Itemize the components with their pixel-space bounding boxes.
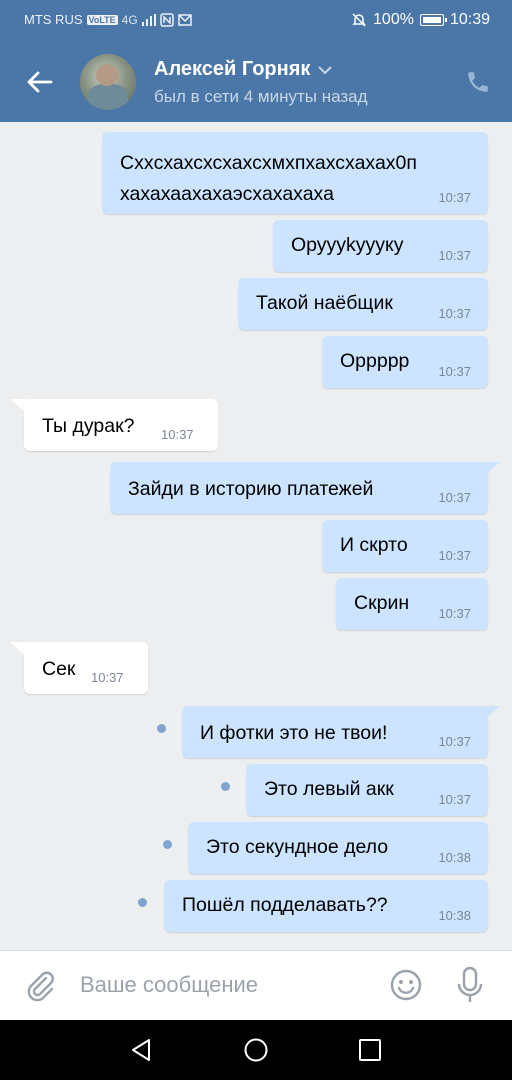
message-outgoing[interactable]: Схxсхахсхсхахсхмхпхахсхахах0п хахахаахах… [102, 132, 488, 214]
message-text: Это левый акк [264, 778, 394, 800]
battery-icon [419, 14, 447, 26]
message-text: Оруууkуууку [291, 234, 404, 256]
message-text: Зайди в историю платежей [128, 478, 374, 500]
phone-icon [468, 72, 488, 92]
carrier-label: MTS RUS [24, 12, 83, 27]
nav-back-button[interactable] [128, 1037, 154, 1063]
signal-icon [141, 13, 156, 26]
avatar[interactable] [80, 54, 136, 110]
contact-status: был в сети 4 минуты назад [154, 87, 368, 106]
message-time: 10:37 [161, 427, 194, 442]
status-right: 100% 10:39 [351, 11, 490, 29]
message-outgoing[interactable]: Это левый акк 10:37 [246, 764, 488, 816]
message-text: Пошёл подделавать?? [182, 894, 388, 916]
nav-home-icon [244, 1038, 268, 1062]
mail-icon [177, 13, 192, 26]
chat-header: Алексей Горняк был в сети 4 минуты назад [0, 42, 512, 122]
message-time: 10:38 [438, 850, 471, 865]
message-time: 10:37 [91, 670, 124, 685]
call-button[interactable] [462, 66, 494, 98]
microphone-button[interactable] [452, 965, 488, 1005]
emoji-button[interactable] [388, 967, 424, 1003]
message-line: хахахаахахаэсхахахаха [120, 183, 334, 205]
attach-button[interactable] [22, 967, 58, 1003]
back-button[interactable] [20, 62, 60, 102]
unread-dot [157, 724, 166, 733]
message-outgoing[interactable]: Орpppp 10:37 [322, 336, 488, 388]
bubble-tail [486, 706, 500, 718]
message-incoming[interactable]: Ты дурак? 10:37 [24, 399, 218, 451]
status-left: MTS RUS VoLTE 4G [24, 12, 192, 27]
message-incoming[interactable]: Сек 10:37 [24, 642, 148, 694]
message-outgoing[interactable]: Это секундное дело 10:38 [188, 822, 488, 874]
battery-percent: 100% [373, 11, 414, 28]
message-time: 10:38 [438, 908, 471, 923]
unread-dot [221, 782, 230, 791]
clock: 10:39 [449, 11, 490, 28]
message-outgoing[interactable]: Такой наёбщик 10:37 [238, 278, 488, 330]
volte-badge: VoLTE [86, 14, 118, 25]
contact-name-row[interactable]: Алексей Горняк [154, 58, 333, 81]
message-outgoing[interactable]: И фотки это не твои! 10:37 [182, 706, 488, 758]
message-time: 10:37 [438, 734, 471, 749]
message-composer [0, 950, 512, 1020]
chevron-down-icon [318, 65, 333, 74]
message-text: Ты дурак? [42, 415, 135, 437]
paperclip-icon [27, 971, 54, 1002]
nav-home-button[interactable] [243, 1037, 269, 1063]
message-outgoing[interactable]: Пошёл подделавать?? 10:38 [164, 880, 488, 932]
message-time: 10:37 [438, 364, 471, 379]
nav-recent-button[interactable] [357, 1037, 383, 1063]
message-outgoing[interactable]: И скрто 10:37 [322, 520, 488, 572]
message-time: 10:37 [438, 792, 471, 807]
message-outgoing[interactable]: Скрин 10:37 [336, 578, 488, 630]
message-line: Схxсхахсхсхахсхмхпхахсхахах0п [120, 152, 417, 174]
nav-back-icon [132, 1039, 150, 1061]
unread-dot [163, 840, 172, 849]
back-arrow-icon [27, 71, 53, 93]
mute-icon [352, 13, 366, 27]
microphone-icon [457, 966, 483, 1002]
emoji-icon [390, 969, 422, 1001]
message-outgoing[interactable]: Оруууkуууку 10:37 [273, 220, 488, 272]
system-nav-bar [0, 1020, 512, 1080]
contact-name: Алексей Горняк [154, 58, 311, 80]
message-input[interactable] [80, 967, 380, 1003]
message-outgoing[interactable]: Зайди в историю платежей 10:37 [110, 462, 488, 514]
network-label: 4G [121, 12, 138, 27]
message-time: 10:37 [438, 248, 471, 263]
message-text: Скрин [354, 592, 410, 614]
message-time: 10:37 [438, 606, 471, 621]
bubble-tail [486, 462, 500, 474]
message-text: Орpppp [340, 350, 410, 372]
message-text: Это секундное дело [206, 836, 389, 858]
message-time: 10:37 [438, 490, 471, 505]
message-text: И фотки это не твои! [200, 722, 388, 744]
message-text: Схxсхахсхсхахсхмхпхахсхахах0п хахахаахах… [120, 148, 417, 210]
message-text: Такой наёбщик [256, 292, 393, 314]
status-bar: MTS RUS VoLTE 4G 100% 10:39 [0, 0, 512, 42]
unread-dot [138, 898, 147, 907]
message-text: И скрто [340, 534, 408, 556]
message-text: Сек [42, 658, 76, 680]
nfc-icon [159, 12, 174, 27]
message-list[interactable]: Схxсхахсхсхахсхмхпхахсхахах0п хахахаахах… [0, 122, 512, 950]
message-time: 10:37 [438, 548, 471, 563]
message-time: 10:37 [438, 190, 471, 205]
message-time: 10:37 [438, 306, 471, 321]
nav-recent-icon [359, 1039, 381, 1061]
